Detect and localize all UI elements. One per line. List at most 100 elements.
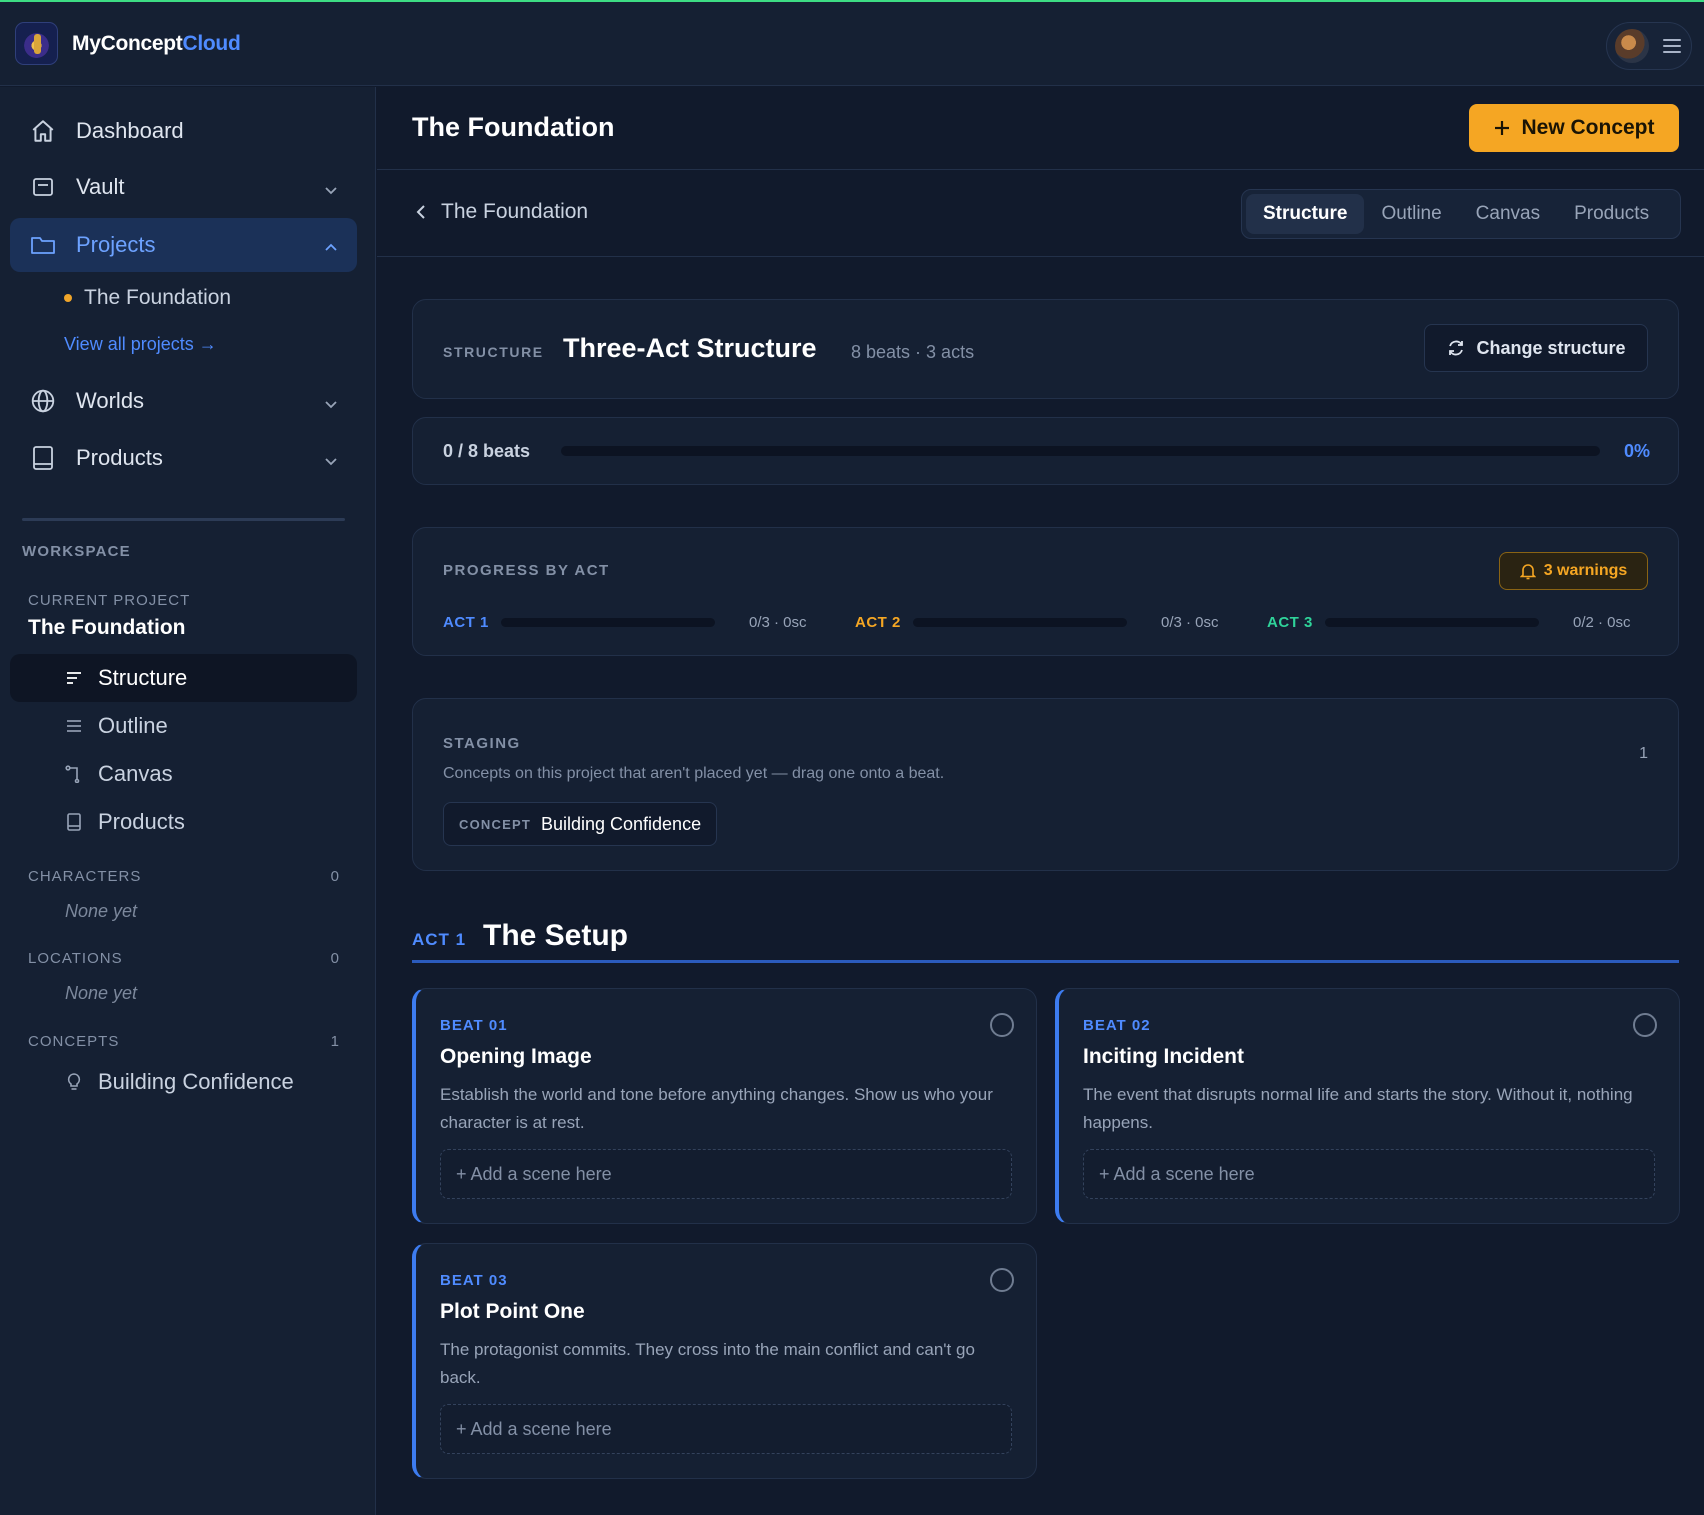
beat-card[interactable]: BEAT 02 Inciting Incident The event that… bbox=[1055, 988, 1680, 1224]
sidebar-item-dashboard[interactable]: Dashboard bbox=[10, 104, 357, 158]
sidebar-nav: Dashboard Vault Projects The Foundation … bbox=[0, 0, 376, 1515]
beat-number: BEAT 02 bbox=[1083, 1017, 1151, 1034]
page-title: The Foundation bbox=[412, 112, 615, 142]
tab-products[interactable]: Products bbox=[1557, 194, 1666, 234]
beat-complete-toggle[interactable] bbox=[1633, 1013, 1657, 1037]
canvas-icon bbox=[64, 764, 84, 784]
act-count: 0/2 · 0sc bbox=[1573, 613, 1631, 631]
chip-name: Building Confidence bbox=[540, 813, 702, 834]
refresh-icon bbox=[1449, 340, 1464, 356]
add-scene-button[interactable]: + Add a scene here bbox=[440, 1149, 1012, 1199]
concepts-count: 1 bbox=[330, 1033, 340, 1050]
plus-icon bbox=[1495, 121, 1510, 135]
beat-title: Opening Image bbox=[440, 1045, 592, 1068]
warnings-label: 3 warnings bbox=[1543, 562, 1628, 579]
chevron-down-icon bbox=[323, 392, 339, 418]
home-icon bbox=[30, 118, 56, 144]
list-icon bbox=[64, 716, 84, 736]
sidebar-item-vault[interactable]: Vault bbox=[10, 160, 357, 214]
sidebar-item-label: Vault bbox=[76, 174, 125, 199]
act-title: The Setup bbox=[483, 919, 629, 952]
concepts-label: CONCEPTS bbox=[28, 1033, 120, 1050]
project-status-dot bbox=[64, 294, 72, 302]
structure-card: STRUCTURE Three-Act Structure 8 beats · … bbox=[412, 299, 1679, 399]
view-all-projects-link[interactable]: View all projects → bbox=[64, 334, 217, 355]
sidebar-item-products[interactable]: Products bbox=[10, 431, 357, 485]
beat-number: BEAT 03 bbox=[440, 1272, 508, 1289]
tab-structure[interactable]: Structure bbox=[1246, 194, 1365, 234]
workspace-item-products[interactable]: Products bbox=[10, 798, 357, 846]
sub-header: The Foundation Structure Outline Canvas … bbox=[377, 171, 1704, 257]
beat-card[interactable]: BEAT 03 Plot Point One The protagonist c… bbox=[412, 1243, 1037, 1479]
sidebar-item-label: Dashboard bbox=[76, 118, 184, 143]
beat-card[interactable]: BEAT 01 Opening Image Establish the worl… bbox=[412, 988, 1037, 1224]
act-progress-1: ACT 1 0/3 · 0sc bbox=[443, 612, 807, 632]
characters-empty-text: None yet bbox=[65, 901, 138, 921]
staging-label: STAGING bbox=[443, 735, 521, 752]
act-progress-bar bbox=[501, 617, 715, 627]
sidebar-project-link[interactable]: The Foundation bbox=[64, 286, 231, 310]
workspace-label: WORKSPACE bbox=[22, 543, 131, 560]
vault-icon bbox=[30, 174, 56, 200]
structure-meta: 8 beats · 3 acts bbox=[851, 342, 975, 362]
workspace-item-structure[interactable]: Structure bbox=[10, 654, 357, 702]
concept-item[interactable]: Building Confidence bbox=[10, 1058, 357, 1106]
tab-canvas[interactable]: Canvas bbox=[1459, 194, 1557, 234]
beats-progress-card: 0 / 8 beats 0% bbox=[412, 417, 1679, 485]
progress-by-act-label: PROGRESS BY ACT bbox=[443, 562, 610, 579]
change-structure-button[interactable]: Change structure bbox=[1424, 324, 1648, 372]
sidebar-divider bbox=[22, 518, 345, 521]
beat-complete-toggle[interactable] bbox=[990, 1268, 1014, 1292]
new-concept-button[interactable]: New Concept bbox=[1469, 104, 1679, 152]
beat-title: Plot Point One bbox=[440, 1300, 585, 1323]
beat-complete-toggle[interactable] bbox=[990, 1013, 1014, 1037]
characters-section-header: CHARACTERS 0 bbox=[28, 868, 340, 885]
chevron-down-icon bbox=[323, 449, 339, 475]
act-count: 0/3 · 0sc bbox=[749, 613, 807, 631]
workspace-item-label: Structure bbox=[98, 665, 188, 690]
view-tabs: Structure Outline Canvas Products bbox=[1241, 189, 1681, 239]
breadcrumb-label: The Foundation bbox=[441, 200, 589, 223]
warnings-badge[interactable]: 3 warnings bbox=[1499, 552, 1648, 590]
add-scene-button[interactable]: + Add a scene here bbox=[1083, 1149, 1655, 1199]
workspace-item-label: Canvas bbox=[98, 761, 173, 786]
breadcrumb[interactable]: The Foundation bbox=[415, 200, 588, 224]
act-progress-bar bbox=[913, 617, 1127, 627]
change-structure-label: Change structure bbox=[1476, 337, 1626, 358]
workspace-item-canvas[interactable]: Canvas bbox=[10, 750, 357, 798]
structure-icon bbox=[64, 668, 84, 688]
folder-icon bbox=[30, 232, 56, 258]
act-progress-3: ACT 3 0/2 · 0sc bbox=[1267, 612, 1631, 632]
staging-count: 1 bbox=[1639, 745, 1648, 762]
sidebar-item-projects[interactable]: Projects bbox=[10, 218, 357, 272]
add-scene-button[interactable]: + Add a scene here bbox=[440, 1404, 1012, 1454]
beat-description: Establish the world and tone before anyt… bbox=[440, 1085, 993, 1132]
main-header: The Foundation New Concept bbox=[377, 87, 1704, 170]
tab-outline[interactable]: Outline bbox=[1364, 194, 1458, 234]
structure-name: Three-Act Structure bbox=[563, 333, 817, 363]
current-project-name: The Foundation bbox=[28, 616, 186, 639]
staged-concept-chip[interactable]: CONCEPT Building Confidence bbox=[443, 802, 718, 846]
characters-label: CHARACTERS bbox=[28, 868, 142, 885]
staging-card: STAGING Concepts on this project that ar… bbox=[412, 698, 1679, 871]
act-name: ACT 2 bbox=[855, 613, 901, 631]
chevron-up-icon bbox=[323, 236, 339, 262]
workspace-item-outline[interactable]: Outline bbox=[10, 702, 357, 750]
chip-kind: CONCEPT bbox=[459, 816, 531, 832]
act-name: ACT 1 bbox=[443, 613, 489, 631]
workspace-item-label: Products bbox=[98, 809, 185, 834]
sidebar-item-label: Projects bbox=[76, 232, 156, 257]
sidebar-item-worlds[interactable]: Worlds bbox=[10, 374, 357, 428]
structure-label: STRUCTURE bbox=[443, 344, 544, 360]
new-concept-label: New Concept bbox=[1521, 116, 1655, 139]
hamburger-icon bbox=[1663, 39, 1681, 53]
lightbulb-icon bbox=[64, 1072, 84, 1092]
book-icon bbox=[30, 445, 56, 471]
act-progress-bar bbox=[1325, 617, 1539, 627]
beat-description: The protagonist commits. They cross into… bbox=[440, 1340, 975, 1387]
sidebar-item-label: Products bbox=[76, 445, 163, 470]
account-menu-button[interactable] bbox=[1606, 22, 1692, 70]
locations-label: LOCATIONS bbox=[28, 950, 123, 967]
concepts-section-header: CONCEPTS 1 bbox=[28, 1033, 340, 1050]
beat-title: Inciting Incident bbox=[1083, 1045, 1244, 1068]
